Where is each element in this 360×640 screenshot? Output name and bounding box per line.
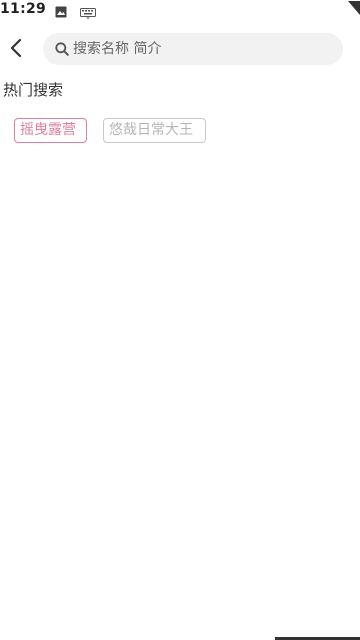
hot-search-tags: 摇曳露营 悠哉日常大王 (14, 118, 206, 143)
search-input[interactable] (73, 41, 323, 57)
back-button[interactable] (2, 34, 30, 66)
search-icon (54, 41, 70, 57)
signal-icon (348, 0, 360, 19)
hot-search-tag[interactable]: 摇曳露营 (14, 118, 87, 143)
hot-search-tag[interactable]: 悠哉日常大王 (103, 118, 206, 143)
chevron-left-icon (9, 38, 23, 62)
status-bar: 11:29 (0, 0, 360, 22)
search-header (0, 30, 360, 70)
status-time: 11:29 (0, 1, 47, 17)
image-icon (55, 3, 67, 22)
hot-search-title: 热门搜索 (3, 81, 64, 99)
search-box[interactable] (43, 33, 343, 65)
keyboard-icon (80, 4, 96, 23)
